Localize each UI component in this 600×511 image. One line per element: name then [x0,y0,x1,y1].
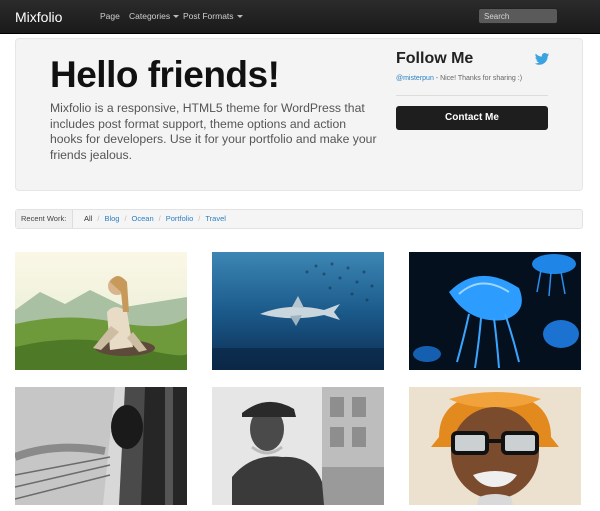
train-window-image [15,387,187,505]
tweet-user-link[interactable]: @misterpun [396,75,434,82]
filter-label: Recent Work: [16,210,73,228]
woman-on-hill-image [15,252,187,370]
man-in-cap-image [212,387,384,505]
separator: / [97,214,100,223]
follow-title: Follow Me [396,50,474,67]
shark-image [212,252,384,370]
filter-blog[interactable]: Blog [104,214,119,223]
latest-tweet: @misterpun - Nice! Thanks for sharing :) [396,75,522,82]
contact-me-button[interactable]: Contact Me [396,106,548,130]
portfolio-thumb-man-in-cap[interactable] [212,387,384,505]
filter-portfolio[interactable]: Portfolio [166,214,194,223]
portfolio-thumb-train-window[interactable] [15,387,187,505]
hero-description: Mixfolio is a responsive, HTML5 theme fo… [50,101,377,162]
nav-item-post-formats[interactable]: Post Formats [183,11,243,21]
top-navbar: Mixfolio Page Categories Post Formats [0,0,600,34]
filter-travel[interactable]: Travel [205,214,226,223]
divider [396,95,548,96]
caret-down-icon [236,15,243,19]
filter-list: All / Blog / Ocean / Portfolio / Travel [84,210,226,228]
separator: / [124,214,127,223]
search-input[interactable] [478,8,558,24]
separator: / [158,214,161,223]
caret-down-icon [173,15,180,19]
hero-unit: Hello friends! Mixfolio is a responsive,… [15,38,583,191]
hero-title: Hello friends! [50,54,280,95]
filter-ocean[interactable]: Ocean [132,214,154,223]
separator: / [198,214,201,223]
portfolio-thumb-jellyfish[interactable] [409,252,581,370]
filter-all[interactable]: All [84,214,92,223]
portfolio-thumb-woman-on-hill[interactable] [15,252,187,370]
nav-item-page[interactable]: Page [100,11,120,21]
portfolio-filter-bar: Recent Work: All / Blog / Ocean / Portfolio / Tr… [15,209,583,229]
jellyfish-image [409,252,581,370]
portfolio-thumb-old-man[interactable] [409,387,581,505]
nav-item-label: Post Formats [183,11,234,21]
portfolio-thumb-shark[interactable] [212,252,384,370]
brand-logo[interactable]: Mixfolio [15,9,62,25]
nav-item-label: Page [100,11,120,21]
twitter-bird-icon[interactable] [534,53,550,65]
tweet-text: - Nice! Thanks for sharing :) [433,75,523,82]
nav-item-categories[interactable]: Categories [129,11,180,21]
nav-item-label: Categories [129,11,171,21]
old-man-with-glasses-image [409,387,581,505]
